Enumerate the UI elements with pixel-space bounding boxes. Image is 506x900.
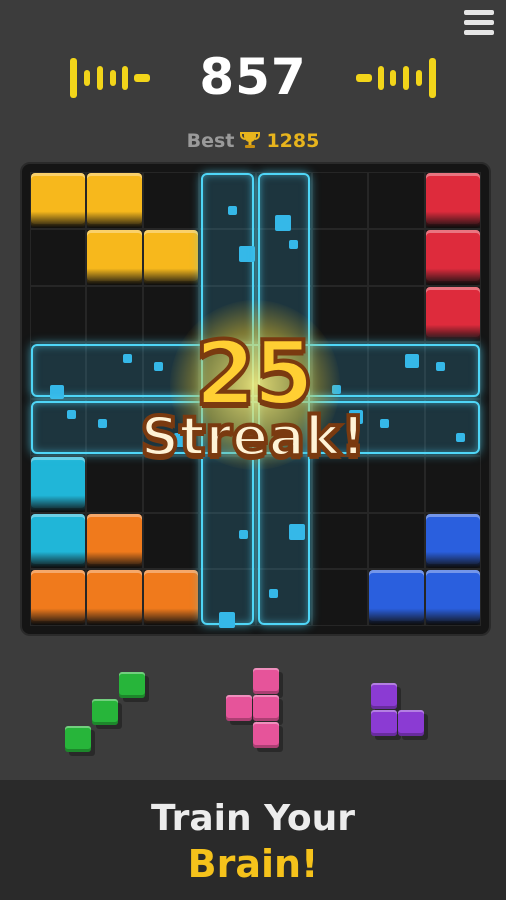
piece-block	[371, 710, 397, 736]
piece-block	[253, 667, 279, 694]
board-cell[interactable]	[142, 172, 200, 229]
tagline-line2: Brain!	[187, 842, 319, 886]
spark-particle	[227, 206, 237, 216]
yellow-block	[87, 229, 142, 285]
purple-l-piece[interactable]	[371, 683, 425, 737]
spark-particle	[288, 523, 305, 540]
spark-particle	[239, 529, 249, 539]
spark-particle	[268, 589, 278, 599]
trophy-icon	[240, 130, 261, 155]
board-cell[interactable]	[311, 172, 369, 229]
board-cell[interactable]	[311, 228, 369, 286]
yellow-block	[87, 173, 142, 228]
piece-block	[371, 683, 397, 709]
piece-block	[118, 671, 145, 698]
pink-t-piece[interactable]	[226, 667, 280, 749]
red-block	[425, 173, 480, 228]
board-cell[interactable]	[368, 512, 425, 570]
spark-particle	[218, 611, 235, 628]
piece-block	[398, 710, 424, 736]
cyan-block	[31, 513, 86, 569]
orange-block	[87, 570, 142, 625]
blue-block	[425, 513, 480, 569]
yellow-block	[31, 173, 86, 228]
red-block	[425, 229, 480, 285]
best-label: Best	[186, 130, 235, 152]
board-cell[interactable]	[368, 228, 425, 286]
streak-label: Streak!	[139, 403, 368, 470]
score-meter-right-icon	[356, 58, 446, 98]
blue-block	[425, 570, 480, 625]
best-score: Best 1285	[0, 130, 506, 155]
board-cell[interactable]	[311, 512, 369, 570]
yellow-block	[143, 229, 199, 285]
green-s-piece[interactable]	[64, 671, 146, 753]
menu-icon[interactable]	[464, 10, 494, 40]
blue-block	[369, 570, 424, 625]
best-value: 1285	[266, 130, 320, 152]
piece-block	[253, 694, 279, 721]
piece-block	[91, 698, 118, 725]
orange-block	[31, 570, 86, 625]
orange-block	[143, 570, 199, 625]
orange-block	[87, 513, 142, 569]
piece-block	[253, 721, 279, 748]
spark-particle	[275, 214, 292, 231]
board-cell[interactable]	[311, 569, 369, 626]
piece-block	[64, 725, 91, 752]
spark-particle	[239, 245, 256, 262]
tagline-line1: Train Your	[150, 798, 356, 839]
board-cell[interactable]	[142, 512, 200, 570]
spark-particle	[288, 240, 298, 250]
board-cell[interactable]	[30, 228, 87, 286]
board-cell[interactable]	[368, 172, 425, 229]
piece-block	[226, 694, 252, 721]
